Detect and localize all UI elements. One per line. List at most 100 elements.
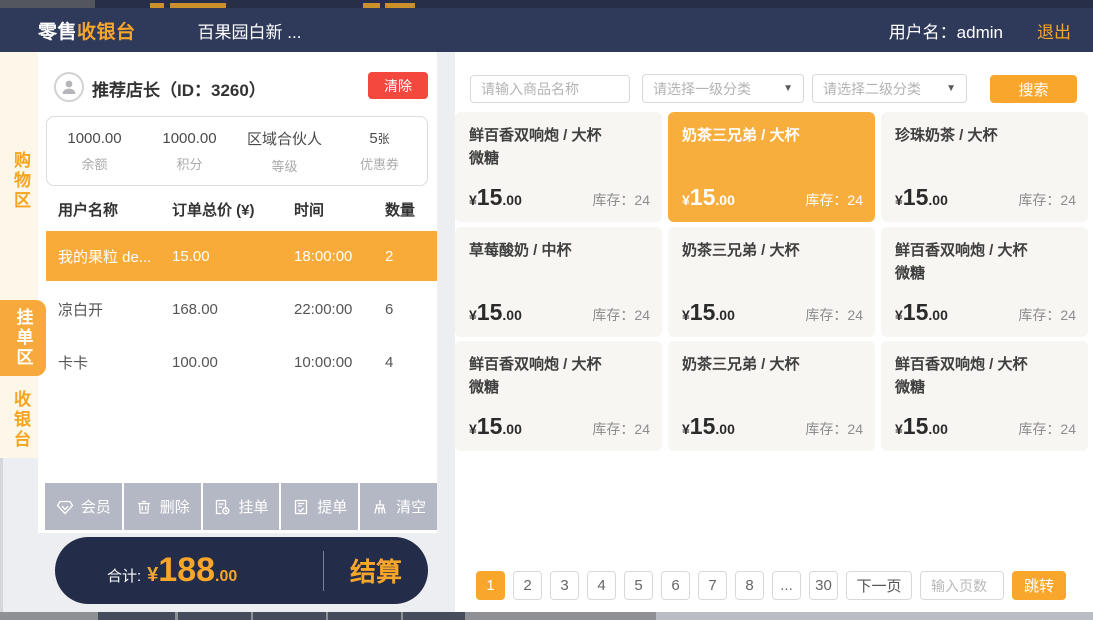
- order-table-body: 我的果粒 de... 15.00 18:00:00 2 凉白开 168.00 2…: [38, 231, 437, 390]
- checkout-bar: 合计: ¥ 188 .00 结算: [55, 537, 428, 604]
- product-card[interactable]: 鲜百香双响炮 / 大杯 微糖 ¥15.00 库存：24: [455, 112, 662, 222]
- product-card[interactable]: 奶茶三兄弟 / 大杯 ¥15.00 库存：24: [668, 341, 875, 451]
- product-card[interactable]: 鲜百香双响炮 / 大杯 微糖 ¥15.00 库存：24: [881, 227, 1088, 337]
- product-price: ¥15.00: [682, 299, 735, 326]
- product-card[interactable]: 草莓酸奶 / 中杯 ¥15.00 库存：24: [455, 227, 662, 337]
- product-title: 鲜百香双响炮 / 大杯: [469, 124, 648, 147]
- hold-order-button-label: 挂单: [238, 496, 268, 517]
- product-price: ¥15.00: [469, 299, 522, 326]
- member-stat: 1000.00 余额: [47, 130, 142, 173]
- page-button[interactable]: 30: [809, 571, 838, 600]
- col-user-name: 用户名称: [58, 199, 172, 220]
- order-qty: 6: [385, 301, 437, 318]
- product-panel: 请选择一级分类 ▼ 请选择二级分类 ▼ 搜索 鲜百香双响炮 / 大杯 微糖 ¥1…: [455, 52, 1093, 612]
- chevron-down-icon: ▼: [946, 83, 956, 94]
- window-remnant-segment: [403, 612, 465, 620]
- page-button[interactable]: 4: [587, 571, 616, 600]
- order-user-name: 我的果粒 de...: [58, 246, 172, 267]
- broom-icon: [371, 498, 389, 516]
- product-subtitle: 微糖: [895, 262, 1074, 285]
- member-button[interactable]: 会员: [45, 483, 122, 530]
- page-button[interactable]: 2: [513, 571, 542, 600]
- product-stock: 库存：24: [592, 305, 650, 325]
- product-subtitle: 微糖: [895, 376, 1074, 399]
- next-page-button[interactable]: 下一页: [846, 571, 912, 600]
- product-subtitle: 微糖: [469, 147, 648, 170]
- col-time: 时间: [294, 199, 385, 220]
- hold-order-button[interactable]: 挂单: [203, 483, 280, 530]
- search-button[interactable]: 搜索: [990, 75, 1077, 103]
- category2-select[interactable]: 请选择二级分类 ▼: [812, 74, 967, 103]
- total-decimal: .00: [215, 568, 237, 586]
- product-price: ¥15.00: [895, 413, 948, 440]
- category1-placeholder: 请选择一级分类: [653, 79, 751, 99]
- page-button[interactable]: ...: [772, 571, 801, 600]
- jump-button[interactable]: 跳转: [1012, 571, 1066, 600]
- page-button[interactable]: 3: [550, 571, 579, 600]
- product-card[interactable]: 奶茶三兄弟 / 大杯 ¥15.00 库存：24: [668, 227, 875, 337]
- app-title: 零售收银台: [38, 17, 136, 44]
- product-price: ¥15.00: [895, 184, 948, 211]
- member-button-label: 会员: [81, 496, 111, 517]
- clear-member-button[interactable]: 清除: [368, 72, 428, 99]
- page-button[interactable]: 6: [661, 571, 690, 600]
- window-remnant-segment: [253, 612, 326, 620]
- product-stock: 库存：24: [805, 419, 863, 439]
- category1-select[interactable]: 请选择一级分类 ▼: [642, 74, 804, 103]
- product-title: 奶茶三兄弟 / 大杯: [682, 353, 861, 376]
- order-row[interactable]: 我的果粒 de... 15.00 18:00:00 2: [46, 231, 437, 281]
- product-card[interactable]: 鲜百香双响炮 / 大杯 微糖 ¥15.00 库存：24: [455, 341, 662, 451]
- product-card[interactable]: 鲜百香双响炮 / 大杯 微糖 ¥15.00 库存：24: [881, 341, 1088, 451]
- logout-button[interactable]: 退出: [1037, 18, 1071, 43]
- trash-icon: [135, 498, 153, 516]
- clear-cart-button[interactable]: 清空: [360, 483, 437, 530]
- document-check-icon: [292, 498, 310, 516]
- product-title: 珍珠奶茶 / 大杯: [895, 124, 1074, 147]
- bottom-window-remnant: [0, 612, 1093, 620]
- top-window-remnant: [0, 0, 1093, 8]
- product-stock: 库存：24: [1018, 190, 1076, 210]
- window-remnant-corner: [0, 0, 95, 8]
- product-stock: 库存：24: [1018, 305, 1076, 325]
- order-total: 100.00: [172, 354, 294, 371]
- chevron-down-icon: ▼: [783, 83, 793, 94]
- page-number-input[interactable]: [920, 571, 1004, 600]
- page-button[interactable]: 5: [624, 571, 653, 600]
- retrieve-order-button[interactable]: 提单: [281, 483, 358, 530]
- order-total: 15.00: [172, 248, 294, 265]
- product-card[interactable]: 珍珠奶茶 / 大杯 ¥15.00 库存：24: [881, 112, 1088, 222]
- page-buttons: 1 2 3 4 5 6 7 8 ... 30: [476, 571, 838, 600]
- window-remnant-segment: [178, 612, 251, 620]
- sidebar-tab-hold-orders[interactable]: 挂单区: [0, 300, 46, 376]
- window-remnant-segment: [328, 612, 401, 620]
- sidebar-tab-shopping[interactable]: 购物区: [3, 138, 38, 224]
- product-title: 鲜百香双响炮 / 大杯: [895, 353, 1074, 376]
- order-row[interactable]: 卡卡 100.00 10:00:00 4: [46, 337, 437, 387]
- currency-symbol: ¥: [147, 564, 158, 587]
- order-qty: 4: [385, 354, 437, 371]
- product-card[interactable]: 奶茶三兄弟 / 大杯 ¥15.00 库存：24: [668, 112, 875, 222]
- product-search-input[interactable]: [470, 75, 630, 103]
- document-clock-icon: [213, 498, 231, 516]
- order-time: 10:00:00: [294, 354, 385, 371]
- delete-button-label: 删除: [160, 496, 190, 517]
- product-title: 鲜百香双响炮 / 大杯: [895, 239, 1074, 262]
- pos-screen: 零售收银台 百果园白新 ... 用户名：admin 退出 购物区 挂单区 收银台…: [0, 0, 1093, 620]
- order-row[interactable]: 凉白开 168.00 22:00:00 6: [46, 284, 437, 334]
- order-total: 168.00: [172, 301, 294, 318]
- product-stock: 库存：24: [1018, 419, 1076, 439]
- delete-button[interactable]: 删除: [124, 483, 201, 530]
- order-user-name: 卡卡: [58, 352, 172, 373]
- app-header: 零售收银台 百果园白新 ... 用户名：admin 退出: [0, 8, 1093, 52]
- vip-diamond-icon: [56, 498, 74, 516]
- member-name: 推荐店长（ID：3260）: [92, 76, 266, 101]
- member-stats-box: 1000.00 余额 1000.00 积分 区域合伙人 等级 5张 优惠券: [46, 116, 428, 186]
- product-title: 草莓酸奶 / 中杯: [469, 239, 648, 262]
- product-stock: 库存：24: [592, 419, 650, 439]
- page-button[interactable]: 7: [698, 571, 727, 600]
- sidebar-tab-cashier[interactable]: 收银台: [3, 380, 38, 460]
- store-name: 百果园白新 ...: [198, 18, 302, 43]
- page-button[interactable]: 8: [735, 571, 764, 600]
- page-button[interactable]: 1: [476, 571, 505, 600]
- checkout-button[interactable]: 结算: [324, 552, 428, 589]
